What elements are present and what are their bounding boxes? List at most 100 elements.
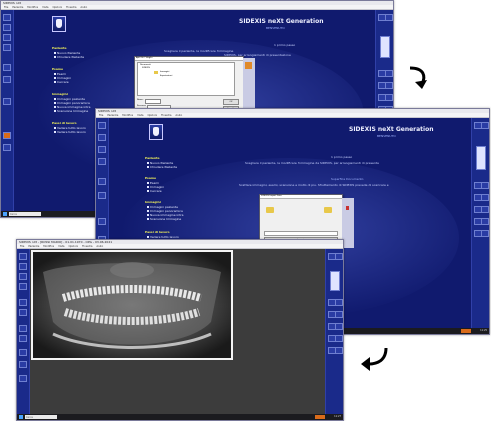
taskbar-search[interactable]: Cerca <box>25 415 57 419</box>
tool-icon[interactable] <box>19 349 27 356</box>
tool-icon[interactable] <box>3 44 11 51</box>
folder-tree: Documenti SIDEXIS Immagini Esportazioni <box>137 62 235 96</box>
curved-arrow-left-icon <box>361 347 388 371</box>
tool-icon[interactable] <box>19 263 27 270</box>
tree-item[interactable]: Immagini <box>160 71 169 73</box>
path-label: Percorso: <box>137 105 147 107</box>
list-item[interactable]: Cercare <box>54 80 69 84</box>
panoramic-xray[interactable] <box>31 250 233 360</box>
menu-view[interactable]: Vista <box>58 245 64 249</box>
name-label: Nome: <box>137 99 144 101</box>
tool-icon[interactable] <box>3 64 11 71</box>
red-icon <box>346 206 349 210</box>
tool-icon[interactable] <box>98 178 106 185</box>
tool-icon[interactable] <box>19 299 27 306</box>
tree-item[interactable]: SIDEXIS <box>142 67 150 69</box>
start-icon[interactable] <box>19 415 23 419</box>
info-line: Superfice Documento <box>331 177 364 181</box>
tool-icon[interactable] <box>335 335 343 342</box>
list-item[interactable]: Cercare <box>147 189 162 193</box>
zoom-slider[interactable] <box>330 271 340 291</box>
tool-icon[interactable] <box>3 76 11 83</box>
taskbar-search[interactable]: Cerca <box>9 212 41 216</box>
tool-icon[interactable] <box>98 134 106 141</box>
info-line: 1 primo passo <box>274 43 296 47</box>
tool-icon[interactable] <box>335 323 343 330</box>
tool-icon[interactable] <box>335 311 343 318</box>
tool-icon[interactable] <box>3 14 11 21</box>
tool-icon[interactable] <box>19 309 27 316</box>
ok-button[interactable]: OK <box>223 99 239 105</box>
tool-icon[interactable] <box>335 253 343 260</box>
screenshot-bottom: SIDEXIS nXt - [ROSSI MARIO] - 01.01.1970… <box>16 239 344 421</box>
folder-icon <box>324 207 332 213</box>
tool-icon[interactable] <box>385 14 393 21</box>
tool-icon[interactable] <box>3 98 11 105</box>
section-images: Immagini <box>145 200 161 204</box>
tool-icon[interactable] <box>481 194 489 201</box>
app-title: SIDEXIS neXt Generation <box>349 126 434 133</box>
menu-help[interactable]: Aiuto <box>96 245 103 249</box>
welcome-subtitle: BENVENUTO <box>266 26 285 30</box>
zoom-slider[interactable] <box>380 36 390 58</box>
menu-window[interactable]: Finestra <box>82 245 92 249</box>
taskbar-clock: 11:25 <box>480 329 487 332</box>
left-toolbar <box>1 10 14 211</box>
tool-icon[interactable] <box>335 299 343 306</box>
list-item[interactable]: Scansione Immagine <box>147 217 181 221</box>
tool-icon[interactable] <box>19 335 27 342</box>
tree-item[interactable]: Documenti <box>140 64 151 66</box>
tool-icon[interactable] <box>19 375 27 382</box>
taskbar-app-highlight[interactable] <box>315 415 325 419</box>
tool-icon[interactable] <box>98 158 106 165</box>
tool-icon[interactable] <box>481 218 489 225</box>
name-field[interactable] <box>145 99 161 104</box>
tool-icon[interactable] <box>335 347 343 354</box>
tool-icon[interactable] <box>481 182 489 189</box>
left-toolbar <box>17 249 30 414</box>
info-line: Scegliere il paziente, la modificare l'i… <box>245 161 379 165</box>
tool-icon[interactable] <box>385 70 393 77</box>
tool-icon[interactable] <box>385 94 393 101</box>
tool-icon[interactable] <box>481 122 489 129</box>
tool-icon[interactable] <box>385 82 393 89</box>
start-icon[interactable] <box>3 212 7 216</box>
tool-icon[interactable] <box>3 144 11 151</box>
tree-item[interactable]: Esportazioni <box>160 75 172 77</box>
list-item[interactable]: Vedere tutto lavoro <box>54 130 86 134</box>
taskbar-app-highlight[interactable] <box>461 329 471 333</box>
folder-icon <box>154 71 158 74</box>
tool-icon[interactable] <box>19 283 27 290</box>
list-item[interactable]: Chiudere Paziente <box>147 165 177 169</box>
section-patient: Paziente <box>145 156 160 160</box>
tool-icon[interactable] <box>19 361 27 368</box>
tool-icon[interactable] <box>19 253 27 260</box>
menu-edit[interactable]: Modifica <box>43 245 54 249</box>
zoom-slider[interactable] <box>476 146 486 170</box>
tool-icon[interactable] <box>3 24 11 31</box>
tool-icon[interactable] <box>98 122 106 129</box>
logo <box>149 124 163 140</box>
search-label: Cerca <box>26 416 33 419</box>
taskbar-clock: 11:27 <box>334 415 341 418</box>
dialog-title: SIDEXIS Import Data <box>260 195 342 199</box>
tool-icon[interactable] <box>98 218 106 225</box>
tool-icon[interactable] <box>481 230 489 237</box>
list-item[interactable]: Chiudere Paziente <box>54 55 84 59</box>
tool-icon[interactable] <box>481 206 489 213</box>
orange-icon <box>245 62 252 69</box>
app-title: SIDEXIS neXt Generation <box>239 18 324 25</box>
section-workflow: Passi di lavoro <box>145 230 170 234</box>
tool-icon[interactable] <box>3 34 11 41</box>
taskbar: Cerca 11:27 <box>17 414 343 420</box>
tool-icon[interactable] <box>3 132 11 139</box>
tool-icon[interactable] <box>19 325 27 332</box>
menu-options[interactable]: Opzioni <box>68 245 78 249</box>
section-images: Immagini <box>52 92 68 96</box>
folder-icon <box>266 207 274 213</box>
tool-icon[interactable] <box>98 146 106 153</box>
tool-icon[interactable] <box>98 192 106 199</box>
section-workflow: Passi di lavoro <box>52 121 77 125</box>
list-item[interactable]: Scansione Immagine <box>54 109 88 113</box>
tool-icon[interactable] <box>19 273 27 280</box>
